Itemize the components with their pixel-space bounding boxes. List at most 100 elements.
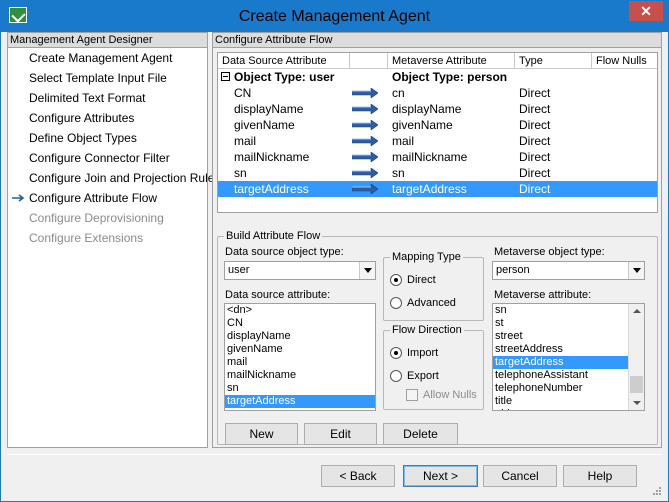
flow-row[interactable]: targetAddress targetAddress Direct	[218, 181, 657, 197]
flow-export-radio[interactable]: Export	[390, 369, 439, 383]
mv-attribute-item[interactable]: st	[493, 317, 644, 330]
cancel-button[interactable]: Cancel	[483, 465, 557, 487]
flow-row-metaverse: mailNickname	[392, 150, 468, 164]
window-title: Create Management Agent	[238, 8, 431, 25]
mv-attribute-item[interactable]: sn	[493, 304, 644, 317]
ds-attribute-item[interactable]: targetAddress	[225, 395, 375, 408]
designer-step: Configure Extensions	[8, 228, 207, 248]
import-arrow-icon	[352, 104, 378, 114]
flow-row-metaverse: cn	[392, 86, 405, 100]
mv-object-type-select[interactable]: person	[492, 261, 645, 280]
flow-row[interactable]: mailNickname mailNickname Direct	[218, 149, 657, 165]
ds-attribute-item[interactable]: mailNickname	[225, 369, 375, 382]
chevron-down-icon[interactable]	[628, 262, 644, 279]
mv-attribute-scrollbar[interactable]	[628, 304, 644, 410]
ds-attribute-list[interactable]: <dn> CN displayName givenName mail mailNickna…	[224, 303, 376, 411]
flow-row[interactable]: CN cn Direct	[218, 85, 657, 101]
ds-object-type-select[interactable]: user	[224, 261, 376, 280]
mapping-type-group: Mapping Type Direct Advanced	[383, 251, 484, 321]
ds-attribute-item[interactable]: displayName	[225, 330, 375, 343]
dialog-client: Management Agent Designer Create Managem…	[7, 32, 662, 496]
flow-row-type: Direct	[519, 86, 551, 100]
flow-row[interactable]: displayName displayName Direct	[218, 101, 657, 117]
flow-row[interactable]: sn sn Direct	[218, 165, 657, 181]
ds-attribute-item[interactable]: sn	[225, 382, 375, 395]
designer-step-label: Select Template Input File	[29, 71, 167, 85]
designer-step-label: Configure Extensions	[29, 231, 144, 245]
designer-step[interactable]: Configure Attributes	[8, 108, 207, 128]
mv-attribute-item[interactable]: targetAddress	[493, 356, 644, 369]
mv-attribute-list[interactable]: sn st street streetAddress targetAddress tele…	[492, 303, 645, 411]
designer-step[interactable]: Delimited Text Format	[8, 88, 207, 108]
flow-row-source: givenName	[234, 118, 295, 132]
column-header-direction[interactable]	[350, 53, 388, 69]
scroll-up-icon[interactable]	[629, 304, 644, 319]
designer-step[interactable]: Select Template Input File	[8, 68, 207, 88]
next-button[interactable]: Next >	[403, 465, 478, 487]
mv-object-type-value: person	[496, 264, 530, 276]
radio-icon	[390, 297, 402, 309]
import-arrow-icon	[352, 152, 378, 162]
flow-row[interactable]: givenName givenName Direct	[218, 117, 657, 133]
flow-row-source: mail	[234, 134, 257, 148]
flow-row-metaverse: displayName	[392, 102, 462, 116]
flow-row-type: Direct	[519, 102, 551, 116]
edit-button[interactable]: Edit	[304, 423, 377, 445]
scroll-thumb[interactable]	[630, 376, 643, 393]
column-header-source[interactable]: Data Source Attribute	[218, 53, 350, 69]
ds-attribute-item[interactable]: CN	[225, 317, 375, 330]
new-button[interactable]: New	[225, 423, 298, 445]
flow-row[interactable]: mail mail Direct	[218, 133, 657, 149]
allow-nulls-checkbox[interactable]: Allow Nulls	[406, 388, 477, 402]
mapping-advanced-radio[interactable]: Advanced	[390, 296, 456, 310]
column-header-metaverse[interactable]: Metaverse Attribute	[388, 53, 515, 69]
flow-row-metaverse: givenName	[392, 118, 453, 132]
designer-step[interactable]: Configure Join and Projection Rules	[8, 168, 220, 188]
designer-step[interactable]: Create Management Agent	[8, 48, 207, 68]
resize-grip-icon[interactable]	[651, 485, 661, 495]
mv-attribute-item[interactable]: telephoneNumber	[493, 382, 644, 395]
attribute-flow-panel: Configure Attribute Flow Data Source Att…	[212, 32, 662, 448]
close-button[interactable]: ✕	[629, 1, 663, 21]
collapse-icon[interactable]	[221, 72, 230, 81]
designer-panel: Management Agent Designer Create Managem…	[7, 32, 220, 448]
title-bar[interactable]: Create Management Agent ✕	[1, 1, 668, 32]
back-button[interactable]: < Back	[321, 465, 395, 487]
mapping-direct-radio[interactable]: Direct	[390, 273, 436, 287]
designer-step[interactable]: Configure Attribute Flow	[8, 188, 207, 208]
build-attribute-flow-title: Build Attribute Flow	[224, 230, 323, 242]
help-button[interactable]: Help	[563, 465, 637, 487]
mv-attribute-item[interactable]: title	[493, 395, 644, 408]
designer-step[interactable]: Configure Connector Filter	[8, 148, 207, 168]
flow-direction-group: Flow Direction Import Export Allow Nulls	[383, 324, 484, 410]
flow-import-radio[interactable]: Import	[390, 346, 438, 360]
chevron-down-icon[interactable]	[359, 262, 375, 279]
ds-attribute-item[interactable]: givenName	[225, 343, 375, 356]
flow-row-source: CN	[234, 86, 252, 100]
flow-direction-title: Flow Direction	[390, 324, 464, 336]
import-arrow-icon	[352, 88, 378, 98]
ds-attribute-item[interactable]: <dn>	[225, 304, 375, 317]
delete-button[interactable]: Delete	[383, 423, 458, 445]
mv-attribute-item[interactable]: street	[493, 330, 644, 343]
designer-step: Configure Deprovisioning	[8, 208, 207, 228]
designer-step[interactable]: Define Object Types	[8, 128, 207, 148]
designer-step-label: Configure Connector Filter	[29, 151, 170, 165]
column-header-flow-nulls[interactable]: Flow Nulls	[592, 53, 657, 69]
attribute-flow-grid[interactable]: Data Source Attribute Metaverse Attribut…	[217, 52, 658, 213]
radio-selected-icon	[390, 274, 402, 286]
column-header-type[interactable]: Type	[515, 53, 592, 69]
flow-row-type: Direct	[519, 150, 551, 164]
allow-nulls-label: Allow Nulls	[423, 389, 477, 401]
object-type-group-row[interactable]: Object Type: user Object Type: person	[218, 69, 657, 85]
mv-attribute-item[interactable]: uid	[493, 408, 644, 410]
ds-attribute-item[interactable]: mail	[225, 356, 375, 369]
import-arrow-icon	[352, 168, 378, 178]
create-management-agent-window: Create Management Agent ✕ Management Age…	[0, 0, 669, 502]
mapping-direct-label: Direct	[407, 274, 436, 286]
mv-attribute-item[interactable]: telephoneAssistant	[493, 369, 644, 382]
mv-attribute-item[interactable]: streetAddress	[493, 343, 644, 356]
designer-step-label: Define Object Types	[29, 131, 137, 145]
flow-row-source: displayName	[234, 102, 304, 116]
scroll-down-icon[interactable]	[629, 395, 644, 410]
